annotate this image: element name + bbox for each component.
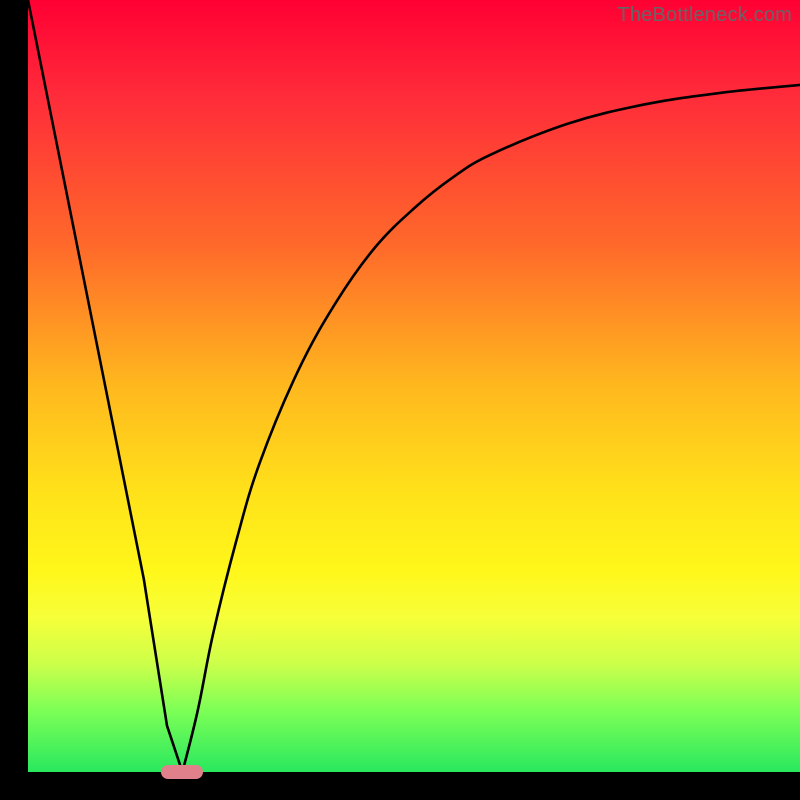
minimum-marker [161, 765, 203, 779]
figure-container: TheBottleneck.com [0, 0, 800, 800]
bottleneck-curve [28, 0, 800, 772]
plot-area: TheBottleneck.com [28, 0, 800, 772]
curve-path [28, 0, 800, 772]
